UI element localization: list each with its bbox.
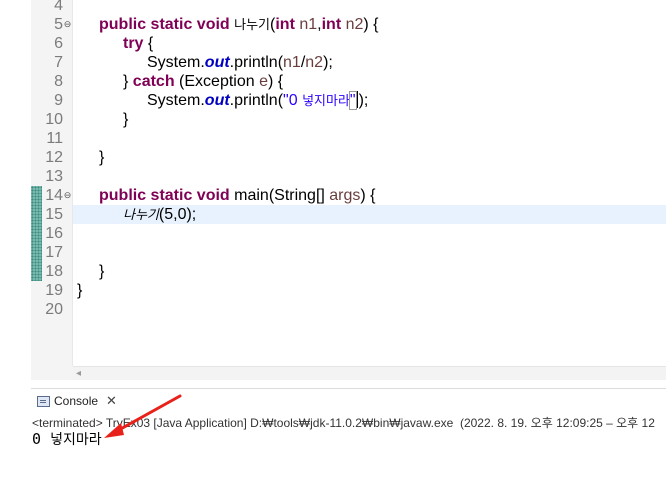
code-token: ) { bbox=[360, 187, 376, 204]
parameter: n1 bbox=[283, 54, 301, 71]
code-token: main(String[] bbox=[234, 187, 330, 204]
text-caret bbox=[356, 91, 358, 108]
static-field: out bbox=[204, 54, 230, 71]
fold-collapse-icon[interactable]: ⊖ bbox=[63, 20, 72, 29]
code-token: System. bbox=[147, 92, 205, 109]
console-left-margin bbox=[0, 388, 31, 498]
line-number: 20 bbox=[45, 301, 63, 318]
line-number: 16 bbox=[45, 225, 63, 242]
line-number: 19 bbox=[45, 282, 63, 299]
code-line-15: 나누기(5,0); bbox=[123, 205, 196, 225]
string-literal: "0 bbox=[283, 92, 303, 109]
code-line-19: } bbox=[77, 282, 83, 299]
code-token: } bbox=[123, 73, 133, 90]
keyword: catch bbox=[132, 73, 175, 90]
gutter-divider bbox=[72, 0, 73, 366]
method-name: 나누기 bbox=[234, 18, 271, 33]
code-token: { bbox=[143, 35, 154, 52]
code-line-14: public static void main(String[] args) { bbox=[99, 186, 376, 205]
code-token: System. bbox=[147, 54, 205, 71]
keyword: try bbox=[123, 35, 144, 52]
code-token: ); bbox=[358, 92, 369, 109]
line-number: 5 bbox=[54, 16, 63, 33]
console-output-korean: 넣지마라 bbox=[50, 432, 102, 448]
code-line-8: } catch (Exception e) { bbox=[123, 72, 283, 91]
method-call: 나누기 bbox=[123, 208, 159, 223]
line-number: 10 bbox=[45, 111, 63, 128]
keyword: public static void bbox=[99, 187, 235, 204]
line-number: 4 bbox=[54, 0, 63, 14]
console-icon bbox=[37, 395, 50, 407]
code-line-9: System.out.println("0 넣지마라"); bbox=[147, 91, 368, 111]
line-number: 17 bbox=[45, 244, 63, 261]
change-marker bbox=[31, 186, 42, 281]
line-number: 12 bbox=[45, 149, 63, 166]
parameter: n1 bbox=[299, 16, 318, 33]
console-tab-label: Console bbox=[54, 394, 99, 408]
horizontal-scrollbar[interactable]: ◂ bbox=[73, 366, 666, 381]
code-line-7: System.out.println(n1/n2); bbox=[147, 53, 333, 72]
console-output-area[interactable]: <terminated> TryEx03 [Java Application] … bbox=[31, 412, 666, 498]
code-editor[interactable]: 4 5 6 7 8 9 10 11 12 13 14 15 16 17 18 1… bbox=[0, 0, 666, 388]
line-number: 7 bbox=[54, 54, 63, 71]
line-number: 13 bbox=[45, 168, 63, 185]
parameter: n2 bbox=[345, 16, 364, 33]
code-line-10: } bbox=[123, 111, 129, 128]
code-line-5: public static void 나누기(int n1,int n2) { bbox=[99, 15, 379, 35]
static-field: out bbox=[204, 92, 230, 109]
code-token: ); bbox=[323, 54, 333, 71]
line-number: 9 bbox=[54, 92, 63, 109]
code-token: (5,0); bbox=[158, 206, 197, 223]
line-number: 14 bbox=[45, 187, 63, 204]
tab-console[interactable]: Console ✕ bbox=[31, 389, 129, 413]
code-line-6: try { bbox=[123, 34, 153, 53]
code-token: .println( bbox=[229, 92, 284, 109]
code-token: ) { bbox=[363, 16, 379, 33]
line-number: 8 bbox=[54, 73, 63, 90]
change-ruler bbox=[31, 0, 42, 366]
console-status-line: <terminated> TryEx03 [Java Application] … bbox=[32, 416, 655, 430]
gutter-bottom bbox=[31, 366, 73, 380]
scroll-left-icon[interactable]: ◂ bbox=[76, 368, 81, 379]
line-number: 6 bbox=[54, 35, 63, 52]
line-number: 18 bbox=[45, 263, 63, 280]
console-tab-bar: Console ✕ bbox=[31, 388, 666, 413]
line-number: 11 bbox=[46, 130, 63, 147]
fold-collapse-icon[interactable]: ⊖ bbox=[63, 191, 72, 200]
keyword: public static void bbox=[99, 16, 235, 33]
close-icon[interactable]: ✕ bbox=[106, 394, 117, 407]
parameter: args bbox=[329, 187, 361, 204]
parameter: n2 bbox=[305, 54, 324, 71]
console-output-prefix: 0 bbox=[32, 430, 51, 448]
code-line-12: } bbox=[99, 149, 105, 166]
line-number: 15 bbox=[45, 206, 63, 223]
keyword: int bbox=[275, 16, 295, 33]
code-line-18: } bbox=[99, 263, 105, 280]
code-token: ) { bbox=[267, 73, 284, 90]
code-token: (Exception bbox=[174, 73, 260, 90]
console-output-text: 0 넣지마라 bbox=[32, 429, 102, 449]
parameter: e bbox=[259, 73, 268, 90]
keyword: int bbox=[321, 16, 342, 33]
code-token: .println( bbox=[229, 54, 284, 71]
editor-bottom-gap bbox=[0, 380, 666, 388]
string-literal: " bbox=[348, 91, 357, 110]
editor-left-margin bbox=[0, 0, 31, 388]
string-literal: 넣지마라 bbox=[302, 94, 350, 109]
